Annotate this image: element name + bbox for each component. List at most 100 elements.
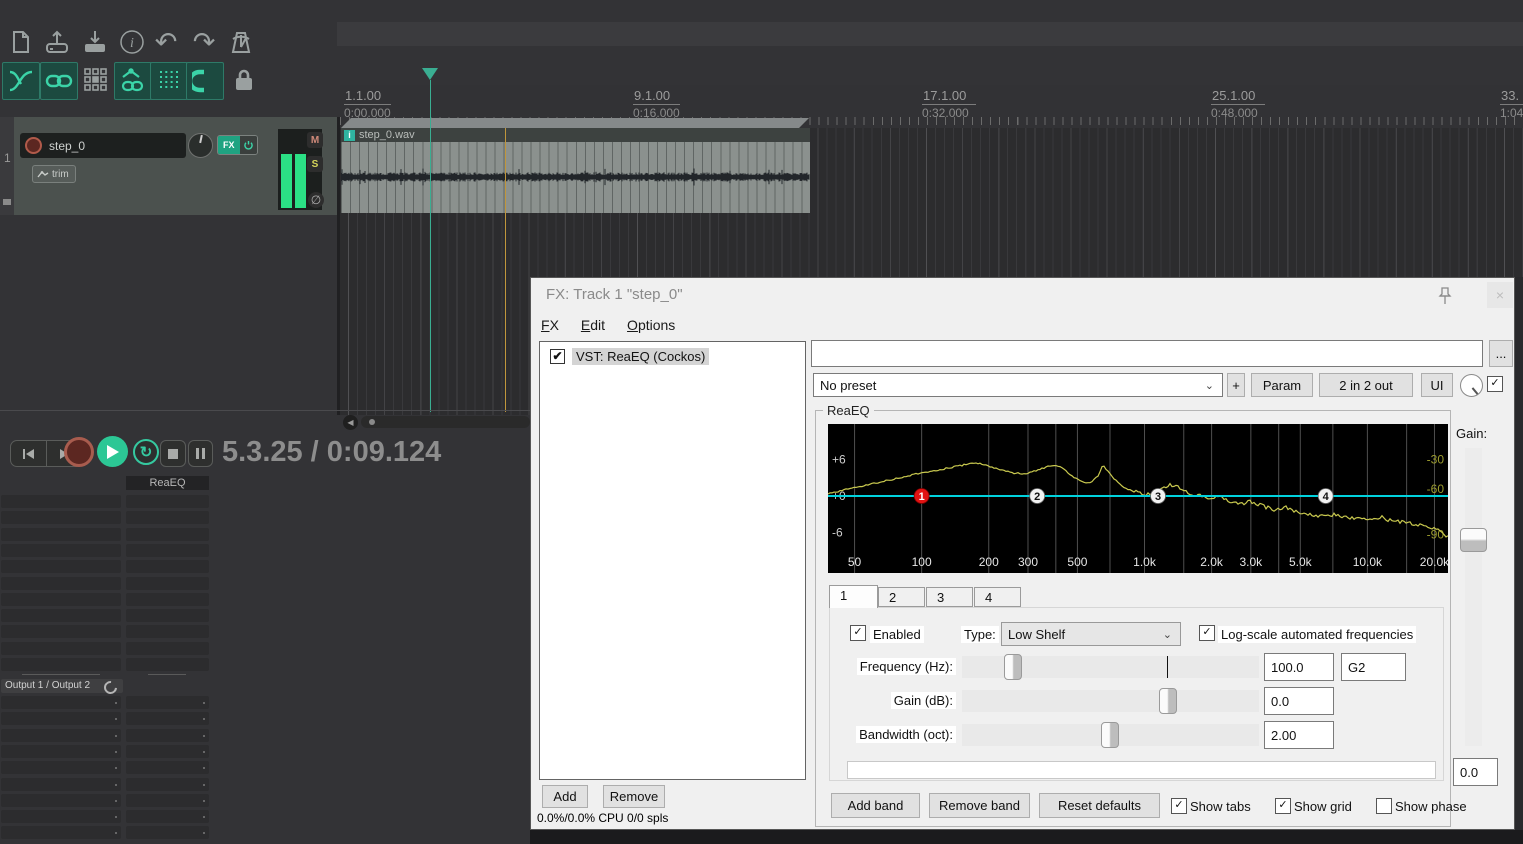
param-row[interactable]	[126, 778, 209, 791]
plugin-enabled-checkbox[interactable]: ✔	[550, 349, 565, 364]
save-project-icon[interactable]	[80, 28, 110, 56]
param-row[interactable]	[126, 560, 209, 573]
log-scale-checkbox[interactable]: ✓	[1199, 625, 1215, 641]
item-grouping-icon[interactable]	[40, 62, 78, 100]
more-button[interactable]: ...	[1489, 340, 1513, 367]
io-routing-button[interactable]: 2 in 2 out	[1319, 373, 1413, 397]
param-row[interactable]	[126, 625, 209, 638]
slider-thumb-0[interactable]	[1004, 654, 1022, 680]
wet-dry-knob[interactable]	[1460, 374, 1483, 397]
stop-button[interactable]	[160, 440, 186, 467]
track-panel[interactable]: step_0 FX trim M S ∅	[14, 117, 337, 215]
mute-button[interactable]: M	[307, 132, 323, 148]
param-row[interactable]	[1, 544, 121, 557]
output-gain-slider[interactable]	[1465, 448, 1482, 746]
param-row[interactable]	[1, 810, 121, 823]
plugin-list[interactable]: ✔ VST: ReaEQ (Cockos)	[539, 341, 806, 780]
param-row[interactable]	[1, 745, 121, 758]
param-row[interactable]	[1, 642, 121, 655]
param-row[interactable]	[1, 658, 121, 671]
media-item-header[interactable]: i step_0.wav	[341, 128, 810, 142]
project-info-icon[interactable]: i	[117, 28, 147, 56]
band-type-dropdown[interactable]: Low Shelf⌄	[1001, 622, 1181, 646]
save-preset-button[interactable]: +	[1227, 373, 1245, 397]
fx-chain-window[interactable]: FX: Track 1 "step_0" × FXEditOptions ✔VS…	[530, 277, 1515, 830]
track-volume-knob[interactable]	[188, 133, 213, 158]
repeat-button[interactable]: ↻	[133, 439, 159, 465]
show-phase-checkbox[interactable]	[1376, 798, 1392, 814]
undo-icon[interactable]: ↶	[151, 28, 181, 56]
param-row[interactable]	[1, 794, 121, 807]
param-row[interactable]	[1, 528, 121, 541]
metronome-icon[interactable]	[226, 28, 256, 56]
param-row[interactable]	[1, 696, 121, 709]
record-arm-button[interactable]	[25, 137, 42, 154]
pause-button[interactable]	[188, 440, 213, 467]
slider-thumb-1[interactable]	[1159, 688, 1177, 714]
pin-window-icon[interactable]	[1436, 286, 1454, 306]
param-row[interactable]	[1, 729, 121, 742]
auto-crossfade-icon[interactable]	[2, 62, 40, 100]
timeline-ruler[interactable]: 1.1.000:00.0009.1.000:16.00017.1.000:32.…	[340, 85, 1523, 128]
band-tab-1[interactable]: 1	[829, 585, 878, 608]
close-window-button[interactable]: ×	[1487, 282, 1513, 308]
param-row[interactable]	[126, 658, 209, 671]
param-row[interactable]	[1, 625, 121, 638]
param-row[interactable]	[126, 544, 209, 557]
menu-fx[interactable]: FX	[541, 317, 559, 333]
slider-value[interactable]: 2.00	[1264, 721, 1334, 749]
snap-grid-icon[interactable]	[150, 62, 188, 100]
eq-band-marker-3[interactable]: 3	[1151, 489, 1166, 504]
slider-value-note[interactable]: G2	[1341, 653, 1406, 681]
param-row[interactable]	[126, 593, 209, 606]
param-row[interactable]	[126, 712, 209, 725]
folder-icon[interactable]	[3, 199, 11, 205]
scroll-left-button[interactable]: ◀	[343, 415, 358, 430]
menu-options[interactable]: Options	[627, 317, 675, 333]
redo-icon[interactable]: ↷	[189, 28, 219, 56]
time-selection-bar[interactable]	[341, 118, 809, 128]
eq-graph[interactable]: 501002003005001.0k2.0k3.0k5.0k10.0k20.0k…	[828, 424, 1448, 573]
lock-icon[interactable]	[226, 62, 262, 98]
record-button[interactable]	[64, 437, 94, 467]
param-row[interactable]	[126, 794, 209, 807]
param-row[interactable]	[126, 810, 209, 823]
show-tabs-checkbox[interactable]: ✓	[1171, 798, 1187, 814]
fx-enabled-checkbox[interactable]: ✓	[1487, 376, 1503, 392]
plugin-name[interactable]: VST: ReaEQ (Cockos)	[572, 348, 709, 365]
pan-knob-icon[interactable]	[101, 678, 119, 696]
eq-band-marker-2[interactable]: 2	[1030, 489, 1045, 504]
play-button[interactable]	[97, 436, 128, 467]
param-row[interactable]	[126, 696, 209, 709]
param-row[interactable]	[126, 511, 209, 524]
band-tab-2[interactable]: 2	[878, 587, 925, 607]
remove-band-button[interactable]: Remove band	[929, 793, 1030, 818]
param-row[interactable]	[126, 609, 209, 622]
param-row[interactable]	[1, 609, 121, 622]
docker-icon[interactable]	[78, 62, 114, 98]
reset-defaults-button[interactable]: Reset defaults	[1039, 793, 1160, 818]
eq-band-marker-1[interactable]: 1	[914, 489, 929, 504]
param-row[interactable]	[1, 577, 121, 590]
media-item[interactable]: i step_0.wav	[341, 128, 810, 213]
band-enabled-checkbox[interactable]: ✓	[850, 625, 866, 641]
param-row[interactable]	[126, 761, 209, 774]
ripple-edit-icon[interactable]	[186, 62, 224, 100]
add-fx-button[interactable]: Add	[542, 785, 588, 808]
band-tab-4[interactable]: 4	[974, 587, 1021, 607]
item-waveform-area[interactable]	[341, 142, 810, 213]
slider-value[interactable]: 0.0	[1264, 687, 1334, 715]
param-row[interactable]	[1, 511, 121, 524]
param-row[interactable]	[1, 560, 121, 573]
track-name[interactable]: step_0	[49, 139, 85, 153]
param-row[interactable]	[1, 712, 121, 725]
output-gain-value[interactable]: 0.0	[1453, 758, 1498, 786]
param-row[interactable]	[1, 495, 121, 508]
panel-separator[interactable]	[337, 117, 340, 415]
slider-track-1[interactable]	[962, 690, 1259, 712]
plugin-list-item[interactable]: ✔ VST: ReaEQ (Cockos)	[540, 345, 805, 367]
menu-edit[interactable]: Edit	[581, 317, 605, 333]
envelope-points-icon[interactable]	[114, 62, 152, 100]
open-project-icon[interactable]	[42, 28, 72, 56]
param-row[interactable]	[126, 528, 209, 541]
